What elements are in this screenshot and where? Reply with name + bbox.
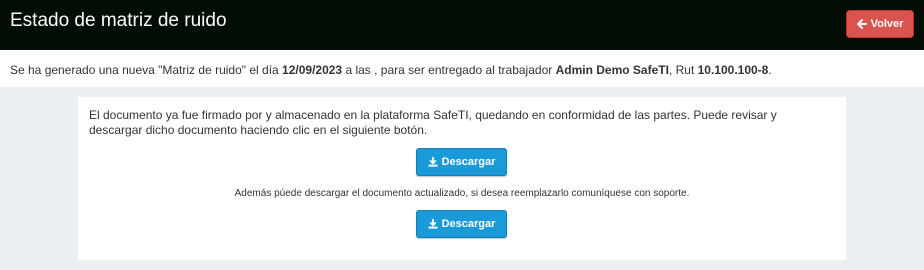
info-rut: 10.100.100-8 xyxy=(697,63,769,77)
info-prefix: Se ha generado una nueva "Matriz de ruid… xyxy=(10,63,283,77)
arrow-left-icon xyxy=(856,19,867,29)
document-message: El documento ya fue firmado por y almace… xyxy=(89,108,777,137)
download-icon xyxy=(428,157,438,167)
page-title: Estado de matriz de ruido xyxy=(10,10,227,31)
top-bar: Estado de matriz de ruido Volver xyxy=(0,0,924,50)
download-icon xyxy=(428,219,438,229)
download-button[interactable]: Descargar xyxy=(416,148,507,176)
info-worker: Admin Demo SafeTI xyxy=(555,63,669,77)
info-bar: Se ha generado una nueva "Matriz de ruid… xyxy=(0,50,924,87)
info-suffix: . xyxy=(768,63,772,77)
info-middle: a las , para ser entregado al trabajador xyxy=(342,63,556,77)
download-updated-button-label: Descargar xyxy=(441,218,496,230)
back-button[interactable]: Volver xyxy=(846,10,914,38)
info-date: 12/09/2023 xyxy=(282,63,343,77)
info-rut-prefix: , Rut xyxy=(668,63,698,77)
download-button-label: Descargar xyxy=(441,156,496,168)
back-button-label: Volver xyxy=(870,18,904,30)
document-card: El documento ya fue firmado por y almace… xyxy=(78,97,846,260)
update-note: Además púede descargar el documento actu… xyxy=(234,188,690,199)
download-updated-button[interactable]: Descargar xyxy=(416,210,507,238)
